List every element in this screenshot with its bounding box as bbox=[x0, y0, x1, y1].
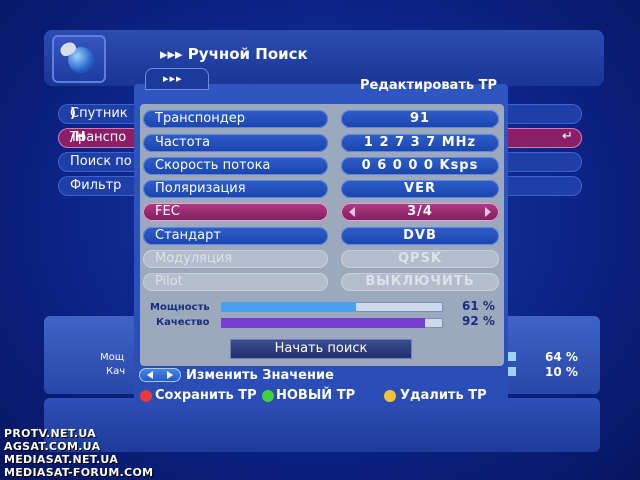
yellow-button-icon bbox=[384, 390, 396, 402]
green-button-icon bbox=[262, 390, 274, 402]
field-label-text: Транспондер bbox=[155, 111, 245, 126]
field-label-text: FEC bbox=[155, 204, 180, 219]
meter-label-power: Мощность bbox=[150, 302, 210, 313]
field-label-polarization: Поляризация bbox=[143, 180, 328, 198]
field-label-transponder: Транспондер bbox=[143, 110, 328, 128]
field-label-symbol-rate: Скорость потока bbox=[143, 157, 328, 175]
header-bar bbox=[44, 30, 604, 86]
satellite-logo bbox=[52, 35, 106, 83]
meter-quality-fill bbox=[221, 318, 426, 328]
red-button-icon bbox=[140, 390, 152, 402]
watermark-line: AGSAT.COM.UA bbox=[4, 440, 101, 453]
field-value-text: 91 bbox=[409, 111, 431, 126]
hint-delete-tp: Удалить ТР bbox=[400, 388, 487, 403]
dialog-tab-arrows: ▸▸▸ bbox=[163, 72, 183, 85]
field-value-text: VER bbox=[404, 181, 436, 196]
screen: ▸▸▸ Ручной Поиск Спутник ) Транспо /H ↵ … bbox=[0, 0, 640, 480]
field-label-text: Pilot bbox=[155, 274, 183, 289]
field-value-transponder[interactable]: 91 bbox=[341, 110, 499, 128]
field-value-text: ВЫКЛЮЧИТЬ bbox=[365, 274, 475, 289]
meter-power-fill bbox=[221, 302, 357, 312]
field-label-text: Частота bbox=[155, 135, 211, 150]
field-value-symbol-rate[interactable]: 0 6 0 0 0 Ksps bbox=[341, 157, 499, 175]
hint-save-tp: Сохранить ТР bbox=[155, 388, 257, 403]
enter-icon: ↵ bbox=[562, 129, 573, 144]
watermark-line: PROTV.NET.UA bbox=[4, 427, 97, 440]
bg-meter-label-quality: Кач bbox=[106, 366, 126, 377]
field-label-text: Скорость потока bbox=[155, 158, 271, 173]
meter-pct-power: 61 % bbox=[462, 299, 495, 313]
hint-change-value: Изменить Значение bbox=[186, 368, 334, 383]
watermark-line: MEDIASAT.NET.UA bbox=[4, 453, 119, 466]
field-value-text: 1 2 7 3 7 MHz bbox=[363, 135, 477, 150]
menu-item-value: /H bbox=[70, 130, 86, 145]
bg-meter-label-power: Мощ bbox=[100, 352, 125, 363]
field-label-standard: Стандарт bbox=[143, 227, 328, 245]
field-label-text: Стандарт bbox=[155, 228, 221, 243]
field-label-frequency: Частота bbox=[143, 134, 328, 152]
menu-item-label: Поиск по bbox=[70, 154, 132, 169]
field-label-modulation: Модуляция bbox=[143, 250, 328, 268]
menu-item-value: ) bbox=[70, 106, 76, 121]
field-value-text: 0 6 0 0 0 Ksps bbox=[361, 158, 479, 173]
field-value-polarization[interactable]: VER bbox=[341, 180, 499, 198]
field-value-text: DVB bbox=[403, 228, 437, 243]
field-value-pilot: ВЫКЛЮЧИТЬ bbox=[341, 273, 499, 291]
meter-power bbox=[221, 302, 443, 312]
field-label-pilot: Pilot bbox=[143, 273, 328, 291]
field-value-fec[interactable]: 3/4 bbox=[341, 203, 499, 221]
meter-label-quality: Качество bbox=[156, 317, 210, 328]
bottom-info-panel bbox=[44, 398, 600, 452]
start-search-button[interactable]: Начать поиск bbox=[230, 339, 412, 359]
menu-item-label: Спутник bbox=[70, 106, 128, 121]
menu-item-label: Фильтр bbox=[70, 178, 122, 193]
field-value-text: QPSK bbox=[397, 251, 442, 266]
meter-pct-quality: 92 % bbox=[462, 314, 495, 328]
arrow-right-icon[interactable] bbox=[485, 207, 491, 217]
field-label-text: Поляризация bbox=[155, 181, 246, 196]
bg-meter-power bbox=[508, 352, 516, 361]
page-title: ▸▸▸ Ручной Поиск bbox=[160, 45, 308, 63]
field-label-text: Модуляция bbox=[155, 251, 233, 266]
watermark-line: MEDIASAT-FORUM.COM bbox=[4, 466, 154, 479]
field-value-modulation: QPSK bbox=[341, 250, 499, 268]
dialog-tab: ▸▸▸ bbox=[145, 68, 209, 90]
dialog-title: Редактировать ТР bbox=[360, 78, 497, 93]
bg-meter-pct-power: 64 % bbox=[545, 350, 578, 364]
meter-quality bbox=[221, 318, 443, 328]
field-label-fec: FEC bbox=[143, 203, 328, 221]
field-value-standard[interactable]: DVB bbox=[341, 227, 499, 245]
bg-meter-pct-quality: 10 % bbox=[545, 365, 578, 379]
bg-meter-quality bbox=[508, 367, 516, 376]
hint-new-tp: НОВЫЙ ТР bbox=[276, 388, 356, 403]
field-value-frequency[interactable]: 1 2 7 3 7 MHz bbox=[341, 134, 499, 152]
field-value-text: 3/4 bbox=[407, 204, 433, 219]
left-right-arrows-icon bbox=[139, 368, 181, 382]
